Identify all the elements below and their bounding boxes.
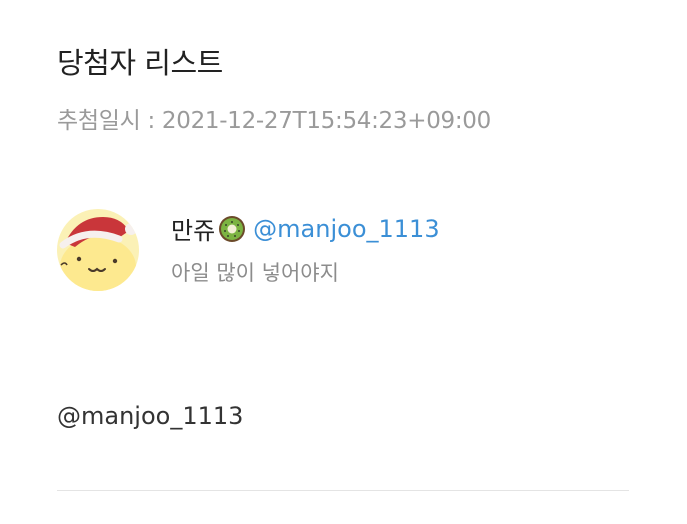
divider	[57, 490, 629, 491]
avatar[interactable]	[57, 209, 139, 291]
winner-handle-link[interactable]: @manjoo_1113	[253, 215, 439, 243]
winner-list-handle: @manjoo_1113	[57, 402, 244, 430]
avatar-icon	[57, 209, 139, 291]
kiwi-icon	[219, 215, 246, 242]
winner-comment: 아일 많이 넣어야지	[171, 261, 339, 285]
winner-name-row: 만쥬 @manjoo_1113	[171, 211, 440, 246]
winner-entry: 만쥬 @manjoo_1113 아일 많이 넣어야지	[57, 207, 617, 291]
draw-date: 추첨일시 : 2021-12-27T15:54:23+09:00	[57, 108, 491, 134]
winner-nickname: 만쥬	[171, 217, 216, 245]
page-title: 당첨자 리스트	[57, 46, 223, 80]
